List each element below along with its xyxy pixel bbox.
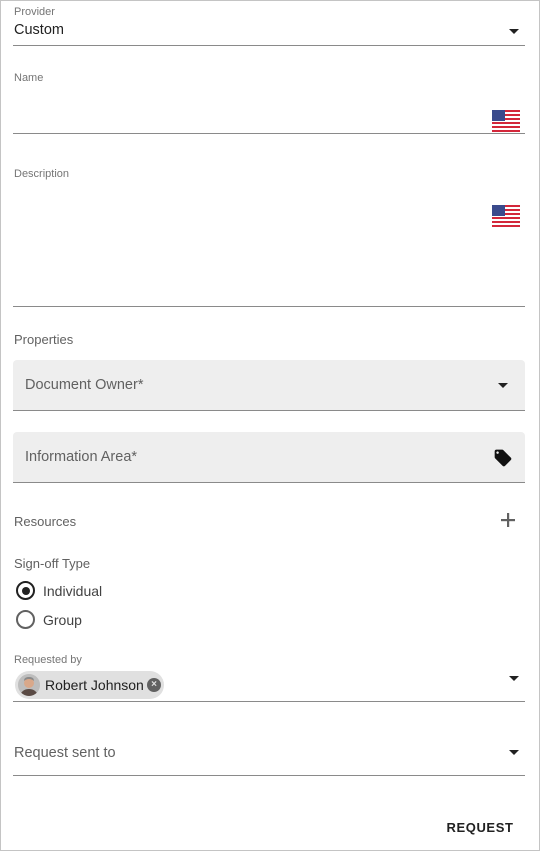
us-flag-icon[interactable] <box>492 205 520 227</box>
radio-unselected-icon[interactable] <box>16 610 35 629</box>
document-owner-select[interactable]: Document Owner* <box>13 360 525 411</box>
request-button[interactable]: REQUEST <box>437 813 523 843</box>
information-area-placeholder: Information Area* <box>25 449 138 465</box>
properties-heading: Properties <box>14 332 74 347</box>
signoff-option-label: Group <box>43 612 82 628</box>
requested-by-dropdown-icon[interactable] <box>509 676 519 681</box>
signoff-option-group[interactable]: Group <box>15 609 125 631</box>
signoff-option-individual[interactable]: Individual <box>15 580 125 602</box>
provider-dropdown-icon[interactable] <box>509 29 519 34</box>
signoff-option-label: Individual <box>43 583 103 599</box>
name-input[interactable] <box>13 91 483 129</box>
request-form-panel: Provider Custom Name Description Propert… <box>0 0 540 851</box>
request-sent-to-underline <box>13 775 525 776</box>
chip-person-name: Robert Johnson <box>45 677 144 693</box>
requested-by-label: Requested by <box>14 654 82 666</box>
tag-icon[interactable] <box>493 448 513 468</box>
radio-selected-icon[interactable] <box>16 581 35 600</box>
person-chip[interactable]: Robert Johnson × <box>15 671 164 699</box>
request-sent-to-dropdown-icon[interactable] <box>509 750 519 755</box>
provider-select[interactable]: Custom <box>14 22 64 38</box>
information-area-field[interactable]: Information Area* <box>13 432 525 483</box>
provider-underline <box>13 45 525 46</box>
chevron-down-icon[interactable] <box>498 383 508 388</box>
avatar <box>18 674 40 696</box>
name-label: Name <box>14 72 44 84</box>
us-flag-icon[interactable] <box>492 110 520 132</box>
request-sent-to-select[interactable]: Request sent to <box>14 745 116 761</box>
description-textarea[interactable] <box>13 187 483 302</box>
signoff-type-label: Sign-off Type <box>14 556 91 571</box>
plus-icon[interactable] <box>501 513 515 527</box>
description-underline <box>13 306 525 307</box>
document-owner-placeholder: Document Owner* <box>25 377 144 393</box>
provider-label: Provider <box>14 6 55 18</box>
description-label: Description <box>14 168 70 180</box>
requested-by-underline <box>13 701 525 702</box>
name-underline <box>13 133 525 134</box>
resources-label: Resources <box>14 514 77 529</box>
close-circle-icon[interactable]: × <box>147 678 161 692</box>
